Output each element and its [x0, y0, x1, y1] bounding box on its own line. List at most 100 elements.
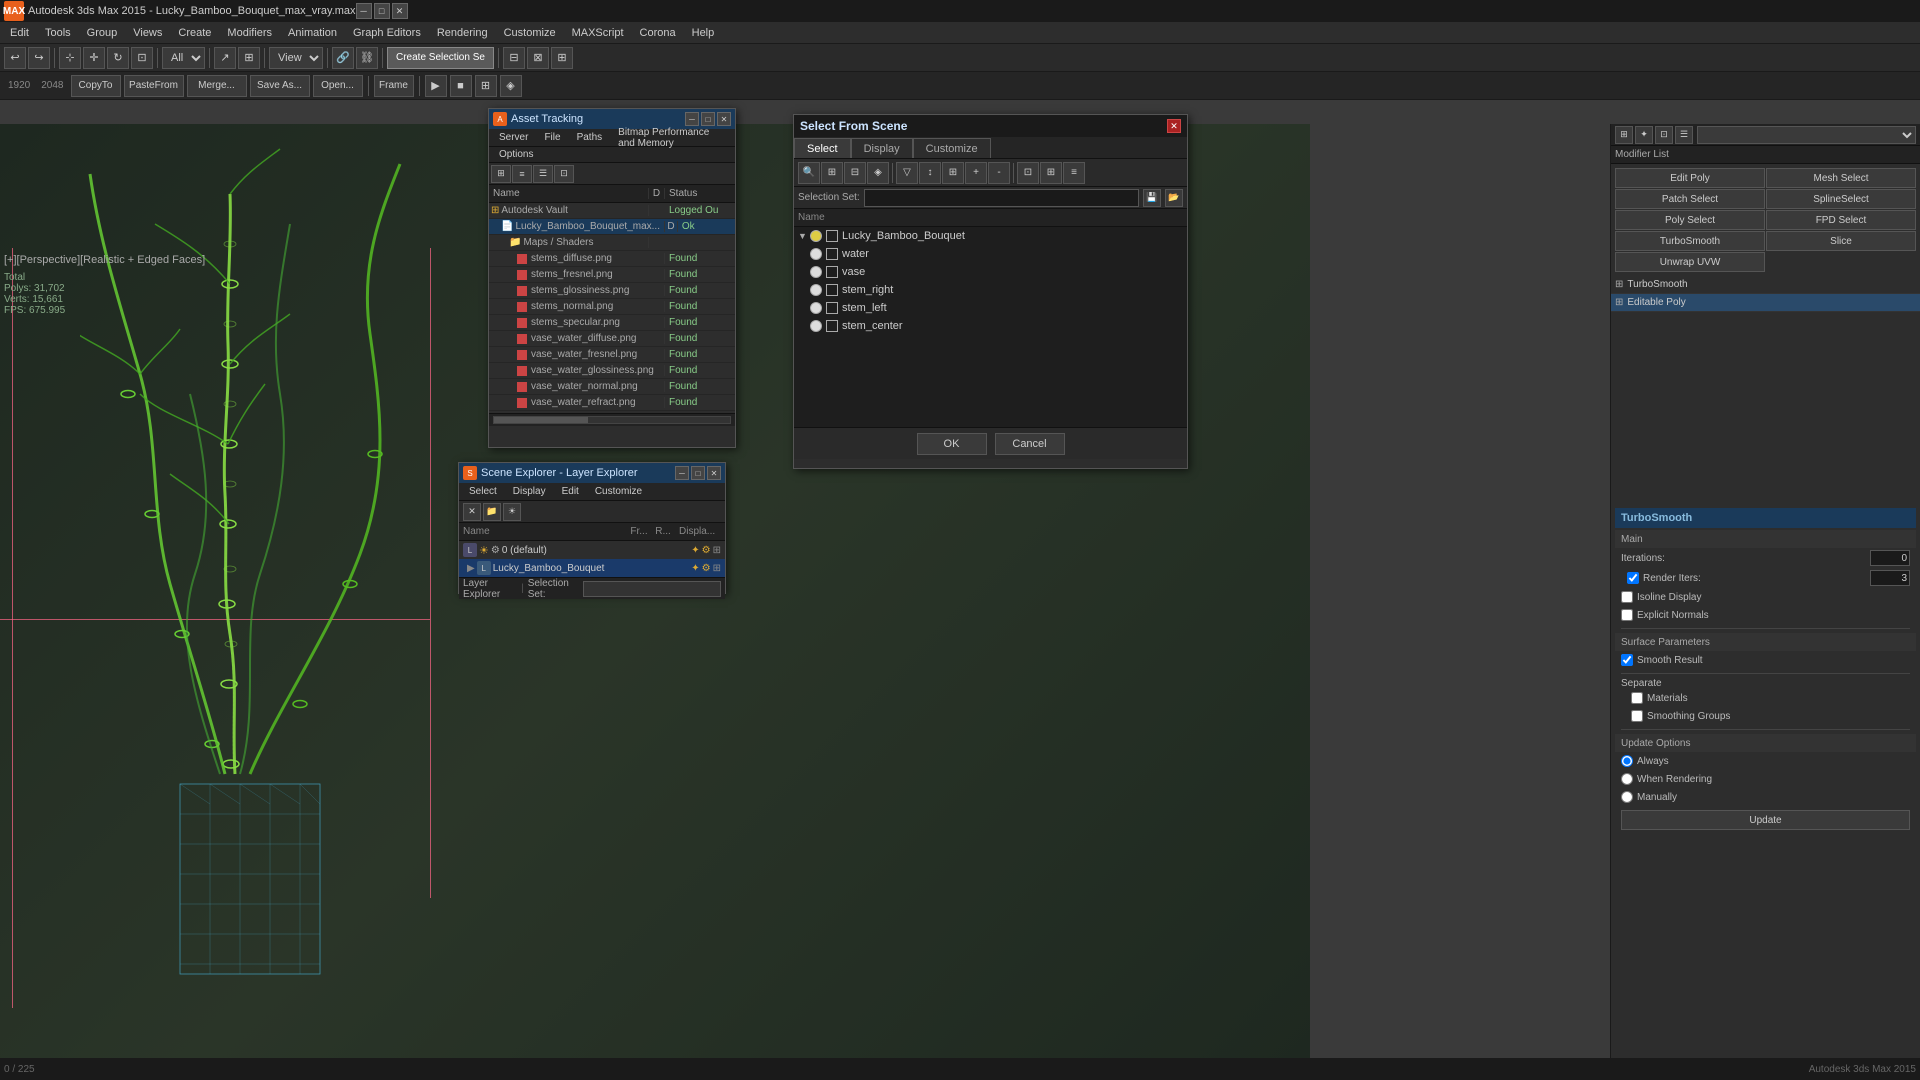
- panel-icons[interactable]: ⊞ ✦ ⊡ ☰: [1615, 126, 1693, 144]
- tree-row-stem-center[interactable]: stem_center: [794, 317, 1187, 335]
- view-dropdown[interactable]: View: [269, 47, 323, 69]
- tree-row-stem-right[interactable]: stem_right: [794, 281, 1187, 299]
- group-btn[interactable]: ⊞: [942, 162, 964, 184]
- mirror-button[interactable]: ⊟: [503, 47, 525, 69]
- asset-btn-2[interactable]: ≡: [512, 165, 532, 183]
- asset-close[interactable]: ✕: [717, 112, 731, 126]
- link-button[interactable]: 🔗: [332, 47, 354, 69]
- title-controls[interactable]: ─ □ ✕: [356, 3, 408, 19]
- display-btn[interactable]: ⊡: [1017, 162, 1039, 184]
- invert-btn[interactable]: ◈: [867, 162, 889, 184]
- always-radio[interactable]: [1621, 755, 1633, 767]
- scene-tool-2[interactable]: 📁: [483, 503, 501, 521]
- object-dropdown[interactable]: stem_right: [1697, 126, 1916, 144]
- poly-select-button[interactable]: Poly Select: [1615, 210, 1765, 230]
- asset-minimize[interactable]: ─: [685, 112, 699, 126]
- scene-explorer-title-bar[interactable]: S Scene Explorer - Layer Explorer ─ □ ✕: [459, 463, 725, 483]
- scene-minimize[interactable]: ─: [675, 466, 689, 480]
- select-none-btn[interactable]: ⊟: [844, 162, 866, 184]
- asset-tracking-controls[interactable]: ─ □ ✕: [685, 112, 731, 126]
- scene-tool-3[interactable]: ☀: [503, 503, 521, 521]
- asset-row-png-9[interactable]: vase_water_refract.png Found: [489, 395, 735, 411]
- render-iters-checkbox[interactable]: [1627, 572, 1639, 584]
- snap-toggle[interactable]: ⊞: [238, 47, 260, 69]
- sort-btn[interactable]: ↕: [919, 162, 941, 184]
- redo-button[interactable]: ↪: [28, 47, 50, 69]
- asset-row-folder[interactable]: 📁 Maps / Shaders: [489, 235, 735, 251]
- panel-icon-3[interactable]: ⊡: [1655, 126, 1673, 144]
- isoline-checkbox[interactable]: [1621, 591, 1633, 603]
- render-tools3[interactable]: ⊞: [475, 75, 497, 97]
- modifier-stack-item-editable-poly[interactable]: ⊞ Editable Poly: [1611, 294, 1920, 312]
- update-button[interactable]: Update: [1621, 810, 1910, 830]
- asset-scrollbar-h[interactable]: [493, 416, 731, 424]
- materials-checkbox[interactable]: [1631, 692, 1643, 704]
- list-btn[interactable]: ≡: [1063, 162, 1085, 184]
- select-set-save[interactable]: 💾: [1143, 189, 1161, 207]
- asset-row-png-7[interactable]: vase_water_glossiness.png Found: [489, 363, 735, 379]
- explicit-normals-checkbox[interactable]: [1621, 609, 1633, 621]
- tree-row-root[interactable]: ▼ Lucky_Bamboo_Bouquet: [794, 227, 1187, 245]
- select-all-btn[interactable]: ⊞: [821, 162, 843, 184]
- render-iters-input[interactable]: [1870, 570, 1910, 586]
- filter-btn[interactable]: ▽: [896, 162, 918, 184]
- asset-row-png-6[interactable]: vase_water_fresnel.png Found: [489, 347, 735, 363]
- spline-select-button[interactable]: SplineSelect: [1766, 189, 1916, 209]
- create-selection-button[interactable]: Create Selection Se: [387, 47, 494, 69]
- asset-row-png-3[interactable]: stems_normal.png Found: [489, 299, 735, 315]
- menu-help[interactable]: Help: [684, 22, 723, 43]
- select-filter[interactable]: ↗: [214, 47, 236, 69]
- menu-corona[interactable]: Corona: [632, 22, 684, 43]
- maximize-button[interactable]: □: [374, 3, 390, 19]
- layer-explorer-tab[interactable]: Layer Explorer: [463, 578, 517, 600]
- asset-menu-server[interactable]: Server: [491, 131, 536, 144]
- menu-group[interactable]: Group: [79, 22, 126, 43]
- smooth-result-checkbox[interactable]: [1621, 654, 1633, 666]
- ok-button[interactable]: OK: [917, 433, 987, 455]
- scene-tool-1[interactable]: ✕: [463, 503, 481, 521]
- turbosmooth-title[interactable]: TurboSmooth: [1615, 508, 1916, 528]
- asset-row-png-0[interactable]: stems_diffuse.png Found: [489, 251, 735, 267]
- frame-button[interactable]: Frame: [374, 75, 414, 97]
- paste-from-button[interactable]: PasteFrom: [124, 75, 184, 97]
- render-tools1[interactable]: ▶: [425, 75, 447, 97]
- asset-menu-paths[interactable]: Paths: [569, 131, 611, 144]
- asset-row-vault[interactable]: ⊞ Autodesk Vault Logged Ou: [489, 203, 735, 219]
- panel-icon-1[interactable]: ⊞: [1615, 126, 1633, 144]
- menu-tools[interactable]: Tools: [37, 22, 79, 43]
- slice-button[interactable]: Slice: [1766, 231, 1916, 251]
- panel-icon-2[interactable]: ✦: [1635, 126, 1653, 144]
- asset-menu-file[interactable]: File: [536, 131, 568, 144]
- rotate-button[interactable]: ↻: [107, 47, 129, 69]
- scene-maximize[interactable]: □: [691, 466, 705, 480]
- asset-row-png-4[interactable]: stems_specular.png Found: [489, 315, 735, 331]
- turbosmooth-button[interactable]: TurboSmooth: [1615, 231, 1765, 251]
- select-tab-customize[interactable]: Customize: [913, 138, 991, 158]
- scene-menu-edit[interactable]: Edit: [554, 485, 587, 498]
- cancel-button[interactable]: Cancel: [995, 433, 1065, 455]
- panel-icon-4[interactable]: ☰: [1675, 126, 1693, 144]
- manually-radio[interactable]: [1621, 791, 1633, 803]
- render-tools4[interactable]: ◈: [500, 75, 522, 97]
- when-rendering-radio[interactable]: [1621, 773, 1633, 785]
- asset-menu-bitmap[interactable]: Bitmap Performance and Memory: [610, 126, 733, 150]
- modifier-stack-item-turbosmooth[interactable]: ⊞ TurboSmooth: [1611, 276, 1920, 294]
- asset-row-png-10[interactable]: vase_water_specular.png Found: [489, 411, 735, 413]
- asset-row-png-8[interactable]: vase_water_normal.png Found: [489, 379, 735, 395]
- scene-row-bouquet[interactable]: ▶ L Lucky_Bamboo_Bouquet ✦ ⚙ ⊞: [459, 559, 725, 577]
- array-button[interactable]: ⊞: [551, 47, 573, 69]
- expand-btn[interactable]: +: [965, 162, 987, 184]
- menu-graph-editors[interactable]: Graph Editors: [345, 22, 429, 43]
- scale-button[interactable]: ⊡: [131, 47, 153, 69]
- scene-menu-display[interactable]: Display: [505, 485, 554, 498]
- tree-row-vase[interactable]: vase: [794, 263, 1187, 281]
- mesh-select-button[interactable]: Mesh Select: [1766, 168, 1916, 188]
- iterations-input[interactable]: 0: [1870, 550, 1910, 566]
- menu-animation[interactable]: Animation: [280, 22, 345, 43]
- undo-button[interactable]: ↩: [4, 47, 26, 69]
- select-scene-close[interactable]: ✕: [1167, 119, 1181, 133]
- menu-rendering[interactable]: Rendering: [429, 22, 496, 43]
- asset-row-png-2[interactable]: stems_glossiness.png Found: [489, 283, 735, 299]
- asset-menu-options[interactable]: Options: [491, 148, 541, 161]
- scene-explorer-controls[interactable]: ─ □ ✕: [675, 466, 721, 480]
